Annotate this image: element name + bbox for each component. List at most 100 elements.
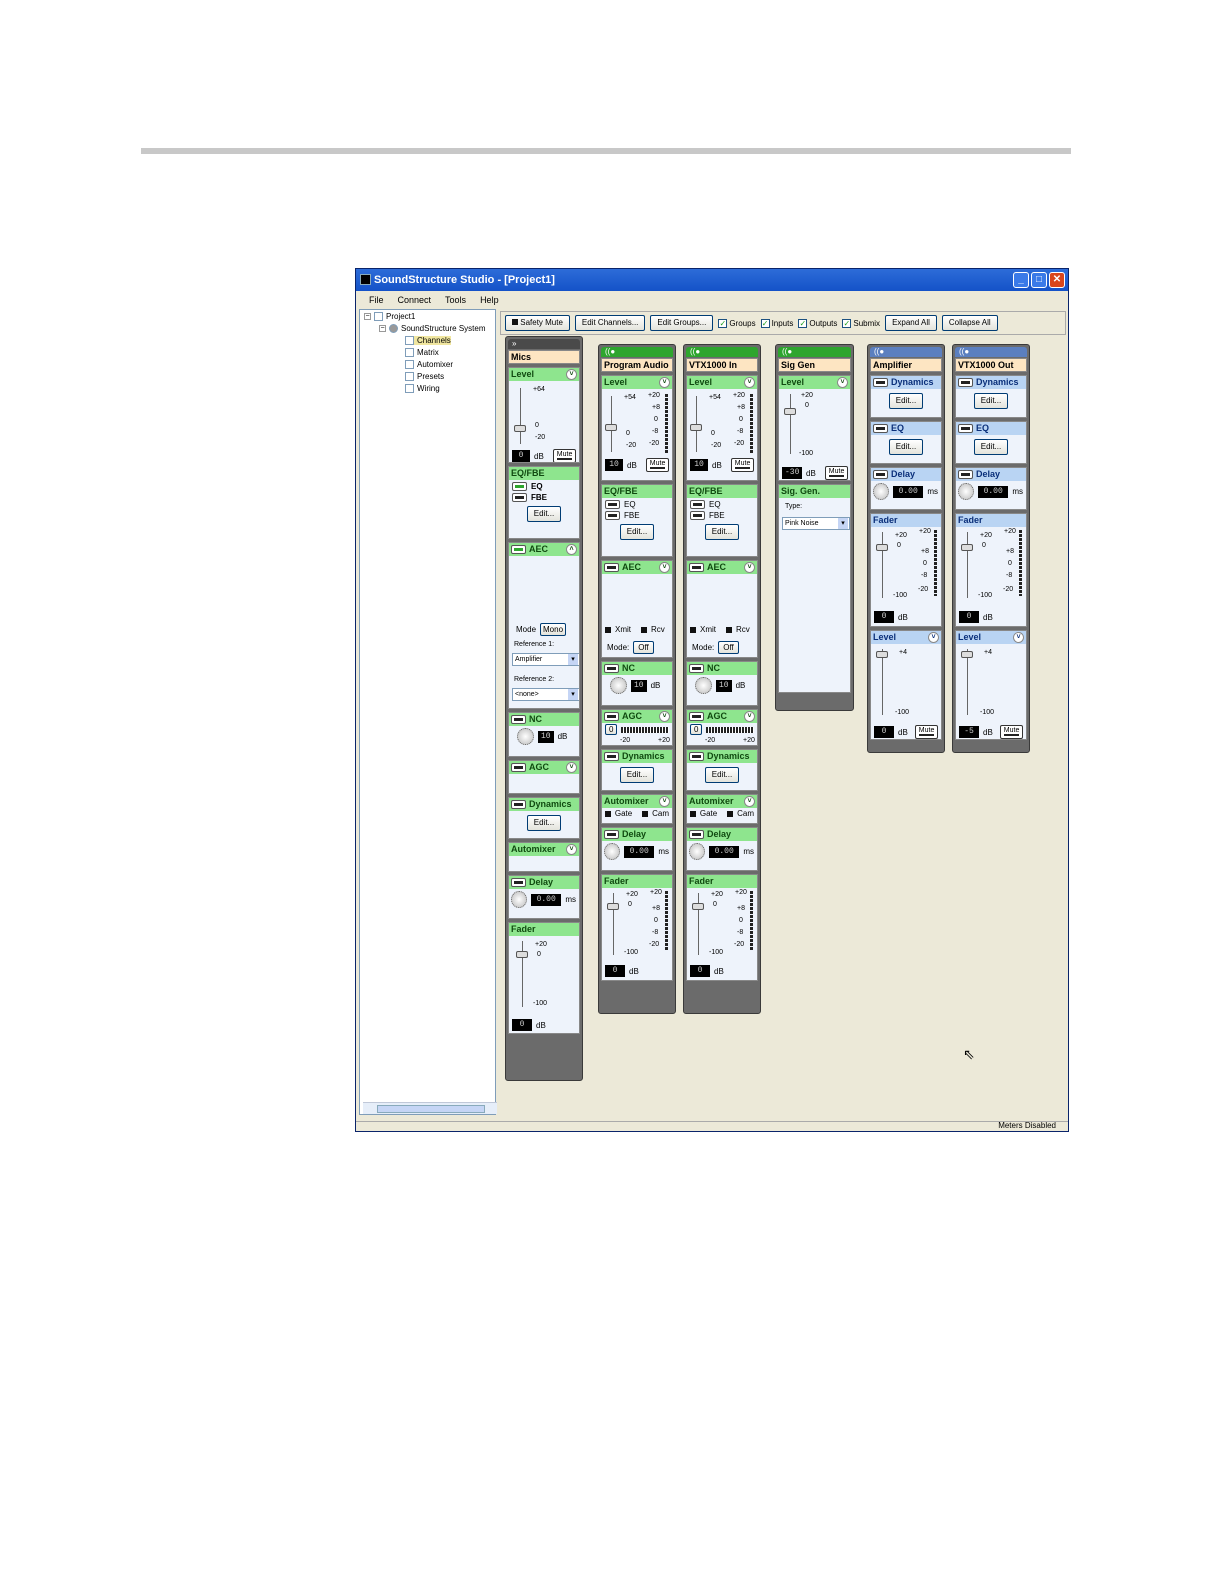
nc-value[interactable]: 10 bbox=[631, 679, 647, 692]
scroll-thumb[interactable] bbox=[377, 1105, 485, 1113]
level-slider-track[interactable] bbox=[967, 649, 968, 715]
chevron-down-icon[interactable]: ˅ bbox=[744, 711, 755, 722]
menu-file[interactable]: File bbox=[369, 291, 384, 309]
mute-button[interactable]: Mute bbox=[999, 725, 1024, 739]
eq-edit-button[interactable]: Edit... bbox=[704, 524, 740, 540]
dynamics-power-toggle[interactable] bbox=[873, 378, 888, 387]
expand-all-button[interactable]: Expand All bbox=[885, 315, 937, 331]
expand-group-icon[interactable]: » bbox=[512, 339, 516, 348]
agc-power-toggle[interactable] bbox=[511, 763, 526, 772]
delay-value[interactable]: 0.00 bbox=[978, 485, 1009, 498]
level-value[interactable]: -5 bbox=[959, 726, 979, 738]
tree-item-channels[interactable]: Channels bbox=[405, 336, 451, 345]
aec-mode-button[interactable]: Off bbox=[718, 641, 739, 654]
level-value[interactable]: -30 bbox=[782, 467, 802, 479]
fader-value[interactable]: 0 bbox=[959, 611, 979, 623]
eq-power-toggle[interactable] bbox=[873, 424, 888, 433]
dynamics-edit-button[interactable]: Edit... bbox=[973, 393, 1009, 409]
level-value[interactable]: 10 bbox=[690, 459, 708, 471]
delay-power-toggle[interactable] bbox=[689, 830, 704, 839]
eq-power-toggle[interactable] bbox=[690, 500, 705, 509]
fader-slider-thumb[interactable] bbox=[961, 544, 973, 551]
chevron-down-icon[interactable]: ˅ bbox=[566, 369, 577, 380]
fader-slider-thumb[interactable] bbox=[692, 903, 704, 910]
dynamics-power-toggle[interactable] bbox=[511, 800, 526, 809]
chevron-down-icon[interactable]: ˅ bbox=[659, 562, 670, 573]
edit-channels-button[interactable]: Edit Channels... bbox=[574, 315, 646, 331]
dynamics-power-toggle[interactable] bbox=[689, 752, 704, 761]
nc-power-toggle[interactable] bbox=[604, 664, 619, 673]
aec-power-toggle[interactable] bbox=[689, 563, 704, 572]
tree-scrollbar[interactable] bbox=[363, 1102, 497, 1114]
tree-item-matrix[interactable]: Matrix bbox=[405, 348, 439, 357]
dynamics-edit-button[interactable]: Edit... bbox=[704, 767, 740, 783]
mute-button[interactable]: Mute bbox=[914, 725, 939, 739]
dynamics-power-toggle[interactable] bbox=[958, 378, 973, 387]
dynamics-edit-button[interactable]: Edit... bbox=[526, 815, 562, 831]
fader-value[interactable]: 0 bbox=[605, 965, 625, 977]
reference2-select[interactable]: <none> bbox=[512, 688, 579, 701]
reference1-select[interactable]: Amplifier bbox=[512, 653, 579, 666]
fbe-power-toggle[interactable] bbox=[605, 511, 620, 520]
level-slider-thumb[interactable] bbox=[961, 651, 973, 658]
fbe-power-toggle[interactable] bbox=[690, 511, 705, 520]
fader-slider-thumb[interactable] bbox=[607, 903, 619, 910]
dynamics-edit-button[interactable]: Edit... bbox=[619, 767, 655, 783]
tree-item-wiring[interactable]: Wiring bbox=[405, 384, 440, 393]
level-slider-track[interactable] bbox=[882, 649, 883, 715]
chevron-down-icon[interactable]: ˅ bbox=[659, 711, 670, 722]
level-slider-thumb[interactable] bbox=[690, 424, 702, 431]
nc-power-toggle[interactable] bbox=[511, 715, 526, 724]
delay-knob[interactable] bbox=[511, 891, 528, 908]
fader-slider-track[interactable] bbox=[967, 532, 968, 598]
edit-groups-button[interactable]: Edit Groups... bbox=[650, 315, 714, 331]
chevron-down-icon[interactable]: ˅ bbox=[659, 796, 670, 807]
mute-button[interactable]: Mute bbox=[730, 458, 755, 472]
level-value[interactable]: 0 bbox=[874, 726, 894, 738]
inputs-checkbox[interactable]: ✓ Inputs bbox=[760, 318, 793, 328]
tree-item-system[interactable]: − SoundStructure System bbox=[379, 324, 485, 333]
level-value[interactable]: 0 bbox=[512, 450, 530, 462]
chevron-down-icon[interactable]: ˅ bbox=[659, 377, 670, 388]
delay-knob[interactable] bbox=[958, 483, 975, 500]
fader-value[interactable]: 0 bbox=[874, 611, 894, 623]
close-icon[interactable]: ✕ bbox=[1049, 272, 1065, 288]
tree-item-automixer[interactable]: Automixer bbox=[405, 360, 453, 369]
siggen-type-select[interactable]: Pink Noise bbox=[782, 517, 850, 530]
eq-edit-button[interactable]: Edit... bbox=[888, 439, 924, 455]
aec-power-toggle[interactable] bbox=[604, 563, 619, 572]
delay-knob[interactable] bbox=[689, 843, 706, 860]
delay-knob[interactable] bbox=[604, 843, 621, 860]
chevron-down-icon[interactable]: ˅ bbox=[1013, 632, 1024, 643]
agc-value[interactable]: 0 bbox=[605, 724, 618, 735]
eq-edit-button[interactable]: Edit... bbox=[619, 524, 655, 540]
delay-power-toggle[interactable] bbox=[604, 830, 619, 839]
level-slider-thumb[interactable] bbox=[514, 425, 526, 432]
mute-button[interactable]: Mute bbox=[824, 466, 849, 480]
mute-button[interactable]: Mute bbox=[552, 449, 577, 462]
agc-value[interactable]: 0 bbox=[690, 724, 703, 735]
fader-value[interactable]: 0 bbox=[512, 1019, 532, 1031]
dynamics-edit-button[interactable]: Edit... bbox=[888, 393, 924, 409]
aec-mode-button[interactable]: Mono bbox=[540, 623, 567, 636]
delay-power-toggle[interactable] bbox=[511, 878, 526, 887]
delay-power-toggle[interactable] bbox=[873, 470, 888, 479]
aec-mode-button[interactable]: Off bbox=[633, 641, 654, 654]
agc-power-toggle[interactable] bbox=[604, 712, 619, 721]
minimize-icon[interactable]: _ bbox=[1013, 272, 1029, 288]
eq-edit-button[interactable]: Edit... bbox=[973, 439, 1009, 455]
fader-slider-thumb[interactable] bbox=[876, 544, 888, 551]
chevron-down-icon[interactable]: ˅ bbox=[566, 762, 577, 773]
nc-value[interactable]: 10 bbox=[538, 730, 554, 743]
level-slider-thumb[interactable] bbox=[605, 424, 617, 431]
outputs-checkbox[interactable]: ✓ Outputs bbox=[798, 318, 837, 328]
submix-checkbox[interactable]: ✓ Submix bbox=[842, 318, 880, 328]
aec-power-toggle[interactable] bbox=[511, 545, 526, 554]
menu-connect[interactable]: Connect bbox=[398, 291, 432, 309]
nc-value[interactable]: 10 bbox=[716, 679, 732, 692]
delay-power-toggle[interactable] bbox=[958, 470, 973, 479]
nc-power-toggle[interactable] bbox=[689, 664, 704, 673]
eq-edit-button[interactable]: Edit... bbox=[526, 506, 562, 522]
nc-knob[interactable] bbox=[517, 728, 534, 745]
chevron-down-icon[interactable]: ˅ bbox=[928, 632, 939, 643]
